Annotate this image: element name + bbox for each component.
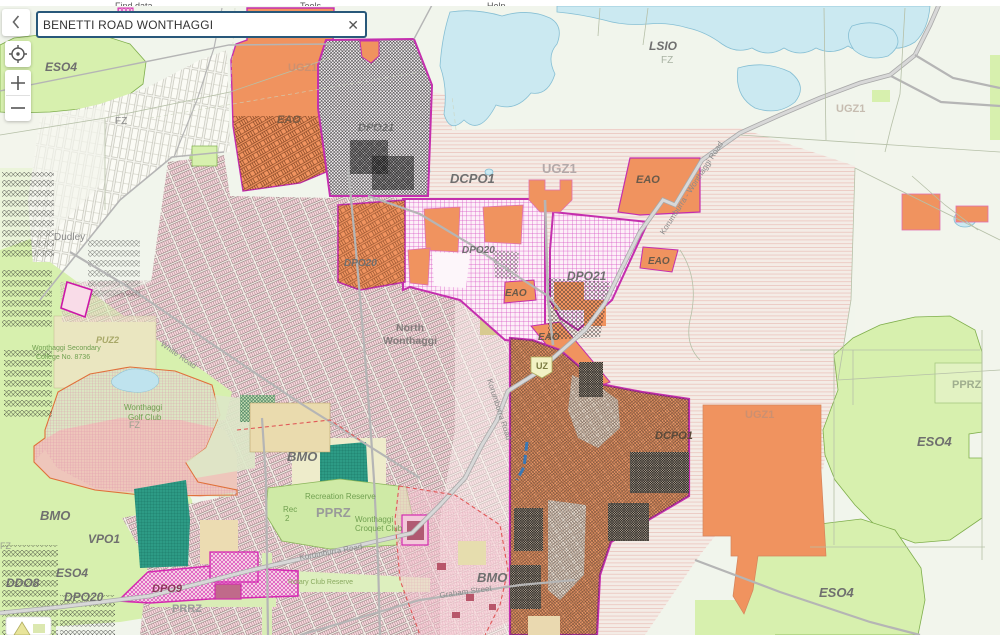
svg-text:DPO20: DPO20 <box>64 590 104 604</box>
svg-text:Wonthaggi Secondary: Wonthaggi Secondary <box>32 345 101 352</box>
svg-text:PPRZ: PPRZ <box>316 505 351 520</box>
svg-text:EAO: EAO <box>538 332 560 343</box>
svg-text:BMO: BMO <box>40 508 70 523</box>
svg-text:DPO21: DPO21 <box>567 269 607 283</box>
svg-text:Croquet Club: Croquet Club <box>355 524 403 533</box>
svg-text:ESO4: ESO4 <box>56 566 88 580</box>
svg-text:Rec: Rec <box>283 505 297 514</box>
svg-text:UZ: UZ <box>536 361 548 371</box>
svg-text:VPO1: VPO1 <box>88 532 120 546</box>
svg-text:DPO9: DPO9 <box>152 583 183 595</box>
svg-text:2: 2 <box>285 514 290 523</box>
svg-text:Golf Club: Golf Club <box>128 413 162 422</box>
svg-text:BMO: BMO <box>287 449 317 464</box>
svg-text:Wonthaggi: Wonthaggi <box>355 515 393 524</box>
svg-text:College No. 8736: College No. 8736 <box>36 354 90 361</box>
svg-text:DDO8: DDO8 <box>6 576 40 590</box>
svg-text:DPO21: DPO21 <box>358 122 394 134</box>
svg-text:UGZ1: UGZ1 <box>288 62 317 74</box>
svg-text:UGZ1: UGZ1 <box>745 409 774 421</box>
svg-text:DCPO1: DCPO1 <box>655 430 693 442</box>
svg-text:PPRZ: PPRZ <box>952 379 982 391</box>
svg-text:EAO: EAO <box>505 288 527 299</box>
svg-text:EAO: EAO <box>648 256 670 267</box>
svg-text:Recreation Reserve: Recreation Reserve <box>305 492 376 501</box>
svg-text:FZ: FZ <box>661 55 673 66</box>
svg-text:DPO20: DPO20 <box>462 245 495 256</box>
svg-text:ESO4: ESO4 <box>819 585 854 600</box>
svg-text:Dudley: Dudley <box>54 232 85 243</box>
svg-text:FZ: FZ <box>0 541 11 551</box>
svg-text:North: North <box>396 322 424 334</box>
svg-text:ESO4: ESO4 <box>45 60 77 74</box>
svg-text:UGZ1: UGZ1 <box>836 103 865 115</box>
svg-text:DPO20: DPO20 <box>344 258 377 269</box>
svg-text:EAO: EAO <box>277 114 301 126</box>
svg-text:Rotary Club Reserve: Rotary Club Reserve <box>288 579 353 586</box>
svg-text:LSIO: LSIO <box>649 39 678 53</box>
svg-text:Wonthaggi: Wonthaggi <box>124 403 162 412</box>
svg-text:ESO4: ESO4 <box>917 434 952 449</box>
svg-text:FZ: FZ <box>115 116 127 127</box>
svg-text:PRRZ: PRRZ <box>172 603 202 615</box>
svg-text:UGZ1: UGZ1 <box>542 161 577 176</box>
svg-text:PUZ2: PUZ2 <box>96 335 119 345</box>
svg-text:Wonthaggi: Wonthaggi <box>383 335 437 347</box>
svg-text:BMO: BMO <box>477 570 507 585</box>
svg-text:DCPO1: DCPO1 <box>450 171 495 186</box>
svg-text:EAO: EAO <box>636 174 660 186</box>
